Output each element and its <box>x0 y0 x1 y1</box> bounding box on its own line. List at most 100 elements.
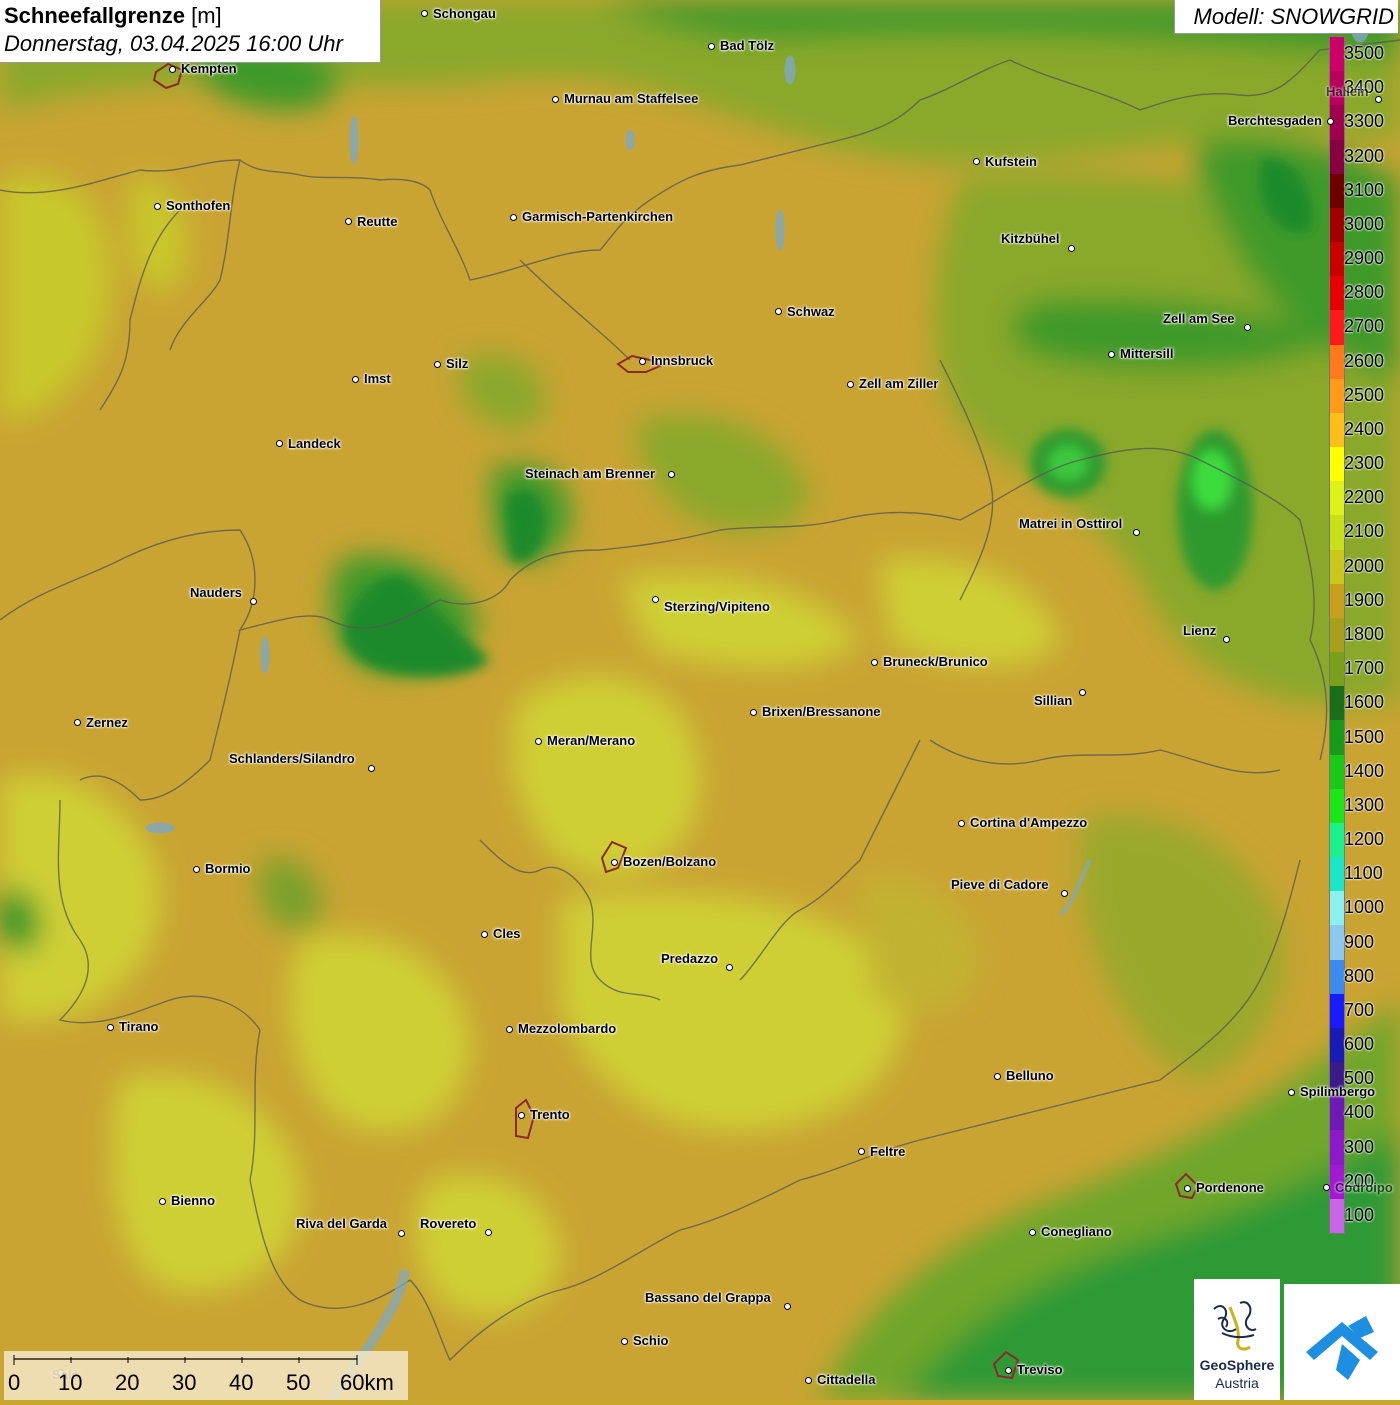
map-datetime: Donnerstag, 03.04.2025 16:00 Uhr <box>4 31 343 56</box>
geosphere-logo-text: GeoSphere <box>1199 1357 1275 1373</box>
scale-label-50: 50 <box>286 1370 311 1395</box>
city-label: Bruneck/Brunico <box>883 654 988 669</box>
legend-swatch <box>1330 481 1344 516</box>
city-label: Kufstein <box>985 154 1037 169</box>
city-label: Imst <box>364 371 391 386</box>
legend-swatch <box>1330 207 1344 243</box>
city-marker-icon <box>957 819 965 827</box>
city-label: Schio <box>633 1333 669 1348</box>
geosphere-logo-icon <box>1213 1301 1257 1351</box>
city-marker-icon <box>517 1111 525 1119</box>
city-marker-icon <box>1222 635 1230 643</box>
city-label: Predazzo <box>661 951 719 966</box>
city-label: Matrei in Osttirol <box>1019 516 1123 531</box>
city-marker-icon <box>774 307 782 315</box>
city-label: Belluno <box>1006 1068 1054 1083</box>
city-marker-icon <box>480 930 488 938</box>
model-label: Modell: SNOWGRID <box>1174 0 1398 34</box>
legend-label: 2200 <box>1344 487 1385 508</box>
legend-swatch <box>1330 959 1344 995</box>
city-label: Sillian <box>1034 693 1073 708</box>
city-label: Bienno <box>171 1193 216 1208</box>
city-marker-icon <box>638 357 646 365</box>
city-marker-icon <box>106 1023 114 1031</box>
city-marker-icon <box>846 380 854 388</box>
city-label: Murnau am Staffelsee <box>564 91 699 106</box>
legend-label: 900 <box>1344 931 1375 952</box>
city-marker-icon <box>1287 1088 1295 1096</box>
city-marker-icon <box>192 865 200 873</box>
legend-swatch <box>1330 515 1344 551</box>
legend-swatch <box>1330 1198 1344 1234</box>
city-label: Spilimbergo <box>1300 1084 1376 1099</box>
city-marker-icon <box>610 858 618 866</box>
city-label: Kitzbühel <box>1001 231 1060 246</box>
city-label: Tirano <box>119 1019 159 1034</box>
legend-swatch <box>1330 242 1344 277</box>
city-label: Mezzolombardo <box>518 1021 617 1036</box>
city-label: Schwaz <box>787 304 835 319</box>
city-label: Steinach am Brenner <box>525 466 656 481</box>
city-label: Innsbruck <box>651 353 714 368</box>
city-marker-icon <box>1183 1184 1191 1192</box>
legend-label: 1300 <box>1344 794 1385 815</box>
legend-label: 1400 <box>1344 760 1385 781</box>
city-label: Brixen/Bressanone <box>762 704 881 719</box>
city-marker-icon <box>620 1337 628 1345</box>
city-label: Zell am See <box>1163 311 1235 326</box>
legend-label: 1200 <box>1344 829 1385 850</box>
legend-swatch <box>1330 686 1344 721</box>
legend-swatch <box>1330 1096 1344 1131</box>
city-label: Mittersill <box>1120 346 1174 361</box>
legend-label: 300 <box>1344 1136 1375 1157</box>
legend-label: 3200 <box>1344 145 1385 166</box>
city-marker-icon <box>651 595 659 603</box>
geosphere-logo-subtext: Austria <box>1215 1375 1259 1391</box>
city-marker-icon <box>667 470 675 478</box>
city-label: Landeck <box>288 436 341 451</box>
geosphere-logo[interactable]: GeoSphere Austria <box>1194 1279 1280 1400</box>
city-label: Bad Tölz <box>720 38 775 53</box>
city-label: Bozen/Bolzano <box>623 854 717 869</box>
scale-label-10: 10 <box>58 1370 83 1395</box>
city-marker-icon <box>804 1376 812 1384</box>
legend-label: 1600 <box>1344 692 1385 713</box>
city-label: Sterzing/Vipiteno <box>664 599 770 614</box>
scale-label-40: 40 <box>229 1370 254 1395</box>
legend-swatch <box>1330 822 1344 858</box>
city-label: Sonthofen <box>166 198 231 213</box>
city-marker-icon <box>1060 889 1068 897</box>
city-label: Zell am Ziller <box>859 376 939 391</box>
city-marker-icon <box>993 1072 1001 1080</box>
city-label: Berchtesgaden <box>1228 113 1322 128</box>
map-title-unit: [m] <box>191 3 222 28</box>
city-marker-icon <box>509 213 517 221</box>
city-marker-icon <box>707 42 715 50</box>
city-marker-icon <box>158 1197 166 1205</box>
city-marker-icon <box>1374 95 1382 103</box>
city-label: Bormio <box>205 861 251 876</box>
legend-swatch <box>1330 617 1344 653</box>
legend-label: 2400 <box>1344 418 1385 439</box>
legend-label: 1100 <box>1344 863 1383 884</box>
city-marker-icon <box>420 9 428 17</box>
app-logo[interactable] <box>1284 1284 1400 1400</box>
legend-label: 1800 <box>1344 624 1385 644</box>
app-logo-icon <box>1306 1316 1378 1380</box>
city-marker-icon <box>857 1147 865 1155</box>
city-marker-icon <box>367 764 375 772</box>
city-label: Reutte <box>357 214 398 229</box>
legend-swatch <box>1330 276 1344 311</box>
city-marker-icon <box>870 658 878 666</box>
city-label: Garmisch-Partenkirchen <box>522 209 674 224</box>
city-label: Silz <box>446 356 469 371</box>
map-title-box: Schneefallgrenze [m] Donnerstag, 03.04.2… <box>0 0 381 63</box>
legend-swatch <box>1330 549 1344 585</box>
city-marker-icon <box>1107 350 1115 358</box>
city-marker-icon <box>1132 528 1140 536</box>
city-marker-icon <box>1078 688 1086 696</box>
city-label: Hallein <box>1326 84 1369 99</box>
city-label: Pieve di Cadore <box>951 877 1049 892</box>
legend-swatch <box>1330 1027 1344 1063</box>
legend-swatch <box>1330 583 1344 619</box>
